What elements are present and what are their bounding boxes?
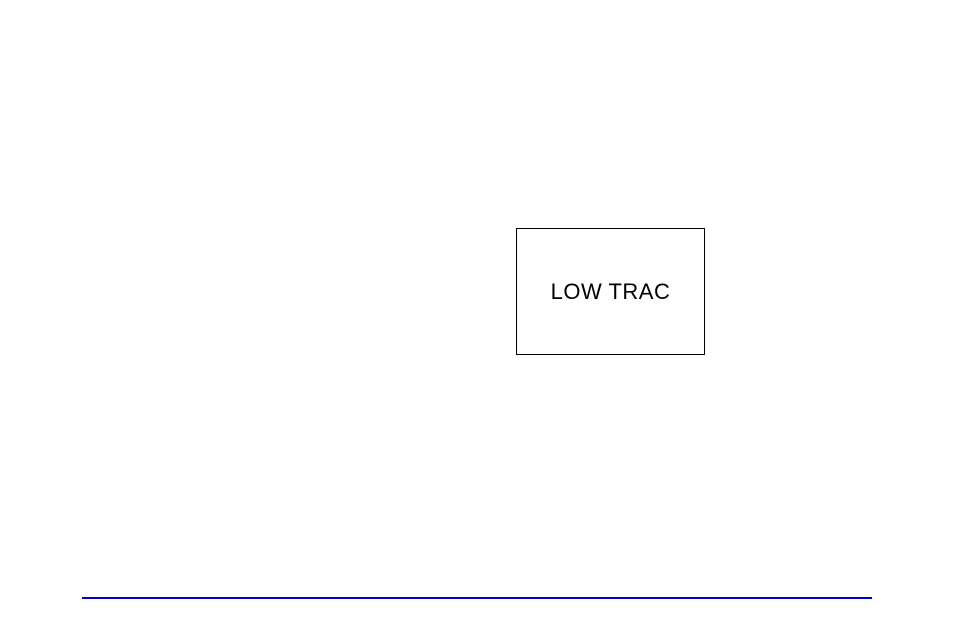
indicator-box: LOW TRAC	[516, 228, 705, 355]
indicator-label: LOW TRAC	[551, 279, 671, 305]
footer-divider	[82, 597, 872, 599]
